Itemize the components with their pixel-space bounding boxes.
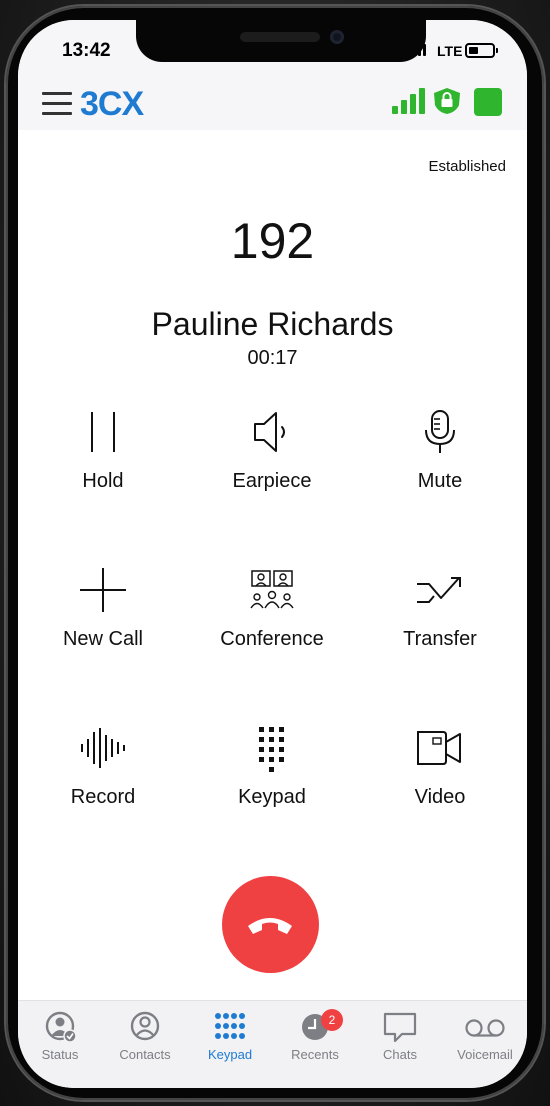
waveform-icon bbox=[81, 728, 125, 768]
secure-lock-icon[interactable] bbox=[432, 87, 462, 115]
battery-level bbox=[469, 47, 478, 54]
speaker-icon bbox=[254, 412, 285, 452]
tab-chats[interactable]: Chats bbox=[358, 1011, 442, 1062]
hold-button[interactable]: Hold bbox=[18, 410, 188, 493]
earpiece-grille bbox=[240, 32, 320, 42]
video-button[interactable]: Video bbox=[355, 726, 525, 809]
bottom-tab-bar: Status Contacts Keypad 2 Recents Chats V… bbox=[18, 1000, 527, 1088]
tab-chats-label: Chats bbox=[383, 1047, 417, 1062]
tab-contacts-label: Contacts bbox=[119, 1047, 171, 1062]
record-label: Record bbox=[70, 786, 136, 808]
microphone-icon bbox=[425, 410, 455, 453]
transfer-button[interactable]: Transfer bbox=[355, 568, 525, 651]
hangup-phone-icon bbox=[248, 918, 292, 934]
transfer-icon bbox=[417, 577, 461, 603]
tab-recents-label: Recents bbox=[291, 1047, 339, 1062]
video-camera-icon bbox=[417, 731, 461, 765]
new-call-label: New Call bbox=[62, 628, 144, 650]
conference-button[interactable]: Conference bbox=[187, 568, 357, 651]
hangup-button[interactable] bbox=[222, 876, 319, 973]
connection-signal-icon[interactable] bbox=[392, 88, 425, 114]
presence-status-indicator[interactable] bbox=[474, 88, 502, 116]
front-camera bbox=[330, 30, 344, 44]
call-duration: 00:17 bbox=[247, 347, 298, 369]
plus-icon bbox=[80, 568, 126, 612]
tab-keypad[interactable]: Keypad bbox=[188, 1011, 272, 1062]
caller-name: Pauline Richards bbox=[151, 306, 394, 342]
transfer-label: Transfer bbox=[403, 628, 477, 650]
record-button[interactable]: Record bbox=[18, 726, 188, 809]
hamburger-menu-icon[interactable] bbox=[42, 88, 74, 118]
hold-label: Hold bbox=[82, 470, 124, 492]
tab-status[interactable]: Status bbox=[18, 1011, 102, 1062]
app-logo: 3CX bbox=[80, 85, 144, 123]
mute-button[interactable]: Mute bbox=[355, 410, 525, 493]
pause-icon bbox=[91, 412, 115, 452]
network-type: LTE bbox=[437, 43, 463, 59]
tab-contacts[interactable]: Contacts bbox=[103, 1011, 187, 1062]
call-state-label: Established bbox=[428, 158, 506, 175]
earpiece-label: Earpiece bbox=[232, 470, 312, 492]
chat-bubble-icon bbox=[383, 1012, 417, 1043]
tab-keypad-label: Keypad bbox=[207, 1047, 253, 1062]
keypad-label: Keypad bbox=[238, 786, 306, 808]
conference-icon bbox=[250, 570, 294, 609]
keypad-button[interactable]: Keypad bbox=[187, 726, 357, 809]
tab-voicemail[interactable]: Voicemail bbox=[443, 1011, 527, 1062]
app-header: 3CX bbox=[18, 82, 527, 130]
phone-frame: 13:42 LTE 3CX Established 192 Pauline Ri… bbox=[0, 0, 550, 1106]
clock-time: 13:42 bbox=[62, 40, 111, 61]
tab-recents[interactable]: 2 Recents bbox=[273, 1009, 357, 1062]
video-label: Video bbox=[414, 786, 466, 808]
camera-notch bbox=[136, 20, 426, 62]
dialed-number: 192 bbox=[230, 213, 315, 269]
tab-status-label: Status bbox=[41, 1047, 79, 1062]
contacts-icon bbox=[130, 1011, 160, 1041]
recents-badge: 2 bbox=[321, 1009, 343, 1031]
voicemail-icon bbox=[465, 1019, 505, 1037]
tab-voicemail-label: Voicemail bbox=[457, 1047, 513, 1062]
mute-label: Mute bbox=[417, 470, 463, 492]
status-icon bbox=[45, 1011, 77, 1043]
battery-icon bbox=[465, 43, 498, 58]
dialpad-icon bbox=[215, 1013, 245, 1039]
new-call-button[interactable]: New Call bbox=[18, 568, 188, 651]
dialpad-icon bbox=[259, 727, 284, 772]
conference-label: Conference bbox=[220, 628, 324, 650]
earpiece-button[interactable]: Earpiece bbox=[187, 410, 357, 493]
phone-screen: 13:42 LTE 3CX Established 192 Pauline Ri… bbox=[18, 20, 527, 1088]
